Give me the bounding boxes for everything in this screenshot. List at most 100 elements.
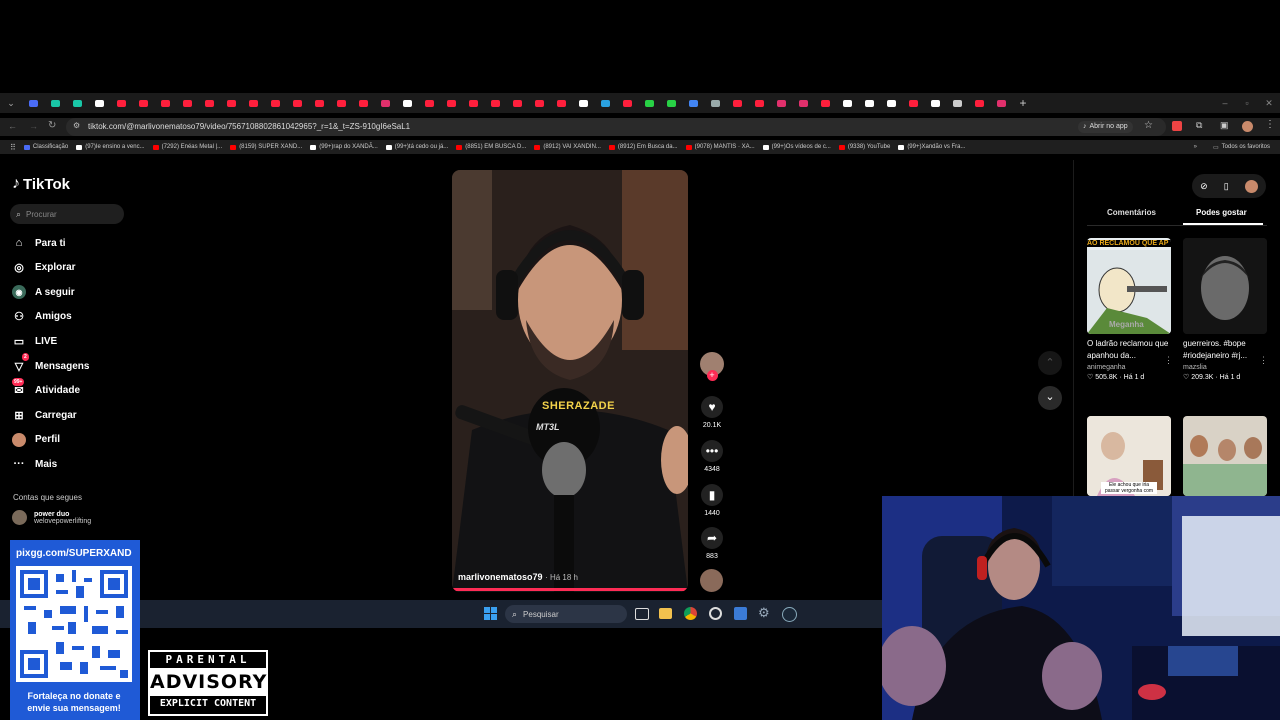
like-button[interactable]: ♥ 20.1K [700, 396, 724, 429]
bookmark-item[interactable]: (99+)Os vídeos de c... [762, 144, 831, 150]
browser-tab[interactable] [66, 93, 88, 113]
browser-tab[interactable] [484, 93, 506, 113]
bookmark-item[interactable]: (8851) EM BUSCA D... [456, 144, 526, 150]
browser-tab[interactable] [682, 93, 704, 113]
browser-tab[interactable] [308, 93, 330, 113]
browser-tab[interactable] [176, 93, 198, 113]
url-text[interactable]: tiktok.com/@marlivonematoso79/video/7567… [88, 122, 410, 131]
sidebar-item-profile[interactable]: ● Perfil [12, 432, 60, 447]
task-view-icon[interactable] [635, 608, 649, 620]
browser-tab[interactable] [792, 93, 814, 113]
bookmark-item[interactable]: (97)Ie ensino a venc... [76, 144, 145, 150]
bookmark-star-icon[interactable]: ☆ [1144, 120, 1153, 131]
previous-video-button[interactable]: ⌃ [1038, 351, 1062, 375]
browser-tab[interactable] [924, 93, 946, 113]
browser-tab[interactable] [110, 93, 132, 113]
search-input[interactable]: ⌕ Procurar [10, 204, 124, 224]
browser-tab[interactable] [704, 93, 726, 113]
browser-tab[interactable] [462, 93, 484, 113]
browser-tab[interactable] [726, 93, 748, 113]
sidebar-item-live[interactable]: ▭ LIVE [12, 334, 57, 348]
browser-tab[interactable] [594, 93, 616, 113]
comment-button[interactable]: ••• 4348 [700, 440, 724, 473]
browser-tab[interactable] [770, 93, 792, 113]
close-window-icon[interactable]: ✕ [1258, 93, 1280, 113]
browser-tab[interactable] [132, 93, 154, 113]
browser-tab[interactable] [968, 93, 990, 113]
steam-icon[interactable] [782, 607, 797, 622]
browser-tab[interactable] [902, 93, 924, 113]
bookmark-item[interactable]: (9338) YouTube [838, 144, 890, 150]
follow-plus-icon[interactable]: + [706, 370, 718, 381]
bookmark-item[interactable]: Classificação [23, 144, 68, 150]
sidebar-item-following[interactable]: ◉ A seguir [12, 285, 75, 300]
bookmark-item[interactable]: (8912) Em Busca da... [608, 144, 678, 150]
windows-start-icon[interactable] [484, 607, 497, 620]
creator-avatar-button[interactable]: + [700, 352, 724, 381]
card-author[interactable]: animeganha [1087, 364, 1171, 371]
bookmark-item[interactable]: (9078) MANTIS · XA... [685, 144, 755, 150]
user-avatar-icon[interactable] [1244, 179, 1258, 193]
tiktok-logo[interactable]: ♪ TikTok [12, 175, 70, 193]
browser-menu-icon[interactable]: ⋮ [1265, 119, 1275, 130]
forward-icon[interactable]: → [29, 121, 38, 131]
compass-small-icon[interactable]: ⊘ [1200, 181, 1208, 192]
settings-gear-icon[interactable]: ⚙ [758, 605, 770, 621]
tab-you-may-like[interactable]: Podes gostar [1196, 208, 1247, 217]
browser-tab[interactable] [330, 93, 352, 113]
file-explorer-icon[interactable] [659, 608, 672, 619]
browser-tab[interactable] [264, 93, 286, 113]
back-icon[interactable]: ← [8, 121, 17, 131]
minimize-icon[interactable]: – [1214, 93, 1236, 113]
suggested-video-card[interactable]: guerreiros. #bope #riodejaneiro #rj... m… [1183, 238, 1267, 381]
browser-tab[interactable] [572, 93, 594, 113]
profile-avatar-icon[interactable] [1242, 121, 1253, 132]
reload-icon[interactable]: ↻ [48, 120, 56, 131]
browser-tab[interactable] [88, 93, 110, 113]
sidebar-item-upload[interactable]: ⊞ Carregar [12, 408, 76, 422]
bookmark-item[interactable]: (7292) Enéas Metal |... [152, 144, 222, 150]
taskbar-app-icon-2[interactable] [734, 607, 747, 620]
browser-tab[interactable] [748, 93, 770, 113]
browser-tab[interactable] [638, 93, 660, 113]
video-progress-bar[interactable] [452, 588, 688, 591]
sound-avatar[interactable] [700, 569, 723, 592]
taskbar-app-icon[interactable] [709, 607, 722, 620]
browser-tab[interactable] [418, 93, 440, 113]
browser-tab[interactable] [242, 93, 264, 113]
browser-tab[interactable] [858, 93, 880, 113]
next-video-button[interactable]: ⌄ [1038, 386, 1062, 410]
browser-tab[interactable] [396, 93, 418, 113]
bookmark-item[interactable]: (99+)Xandão vs Fra... [898, 144, 966, 150]
tab-list-chevron-icon[interactable]: ⌄ [0, 93, 22, 113]
tab-comments[interactable]: Comentários [1107, 208, 1156, 217]
extensions-puzzle-icon[interactable]: ▣ [1220, 120, 1229, 131]
video-author[interactable]: marlivonematoso79 · Há 18 h [458, 572, 578, 582]
suggested-video-card[interactable] [1183, 416, 1267, 496]
browser-tab[interactable] [22, 93, 44, 113]
browser-tab[interactable] [616, 93, 638, 113]
browser-tab[interactable] [374, 93, 396, 113]
following-item[interactable]: power duo welovepowerlifting [12, 510, 91, 525]
chrome-icon[interactable] [684, 607, 697, 620]
card-more-icon[interactable]: ⋮ [1164, 355, 1173, 366]
bookmark-item[interactable]: (8159) SUPER XAND... [230, 144, 302, 150]
sidebar-item-friends[interactable]: ⚇ Amigos [12, 310, 72, 324]
open-app-button[interactable]: ♪ Abrir no app [1078, 121, 1133, 133]
bookmarks-overflow-icon[interactable]: » [1194, 144, 1197, 150]
all-favorites-link[interactable]: Todos os favoritos [1222, 144, 1270, 150]
share-button[interactable]: ➦ 883 [700, 527, 724, 560]
browser-tab[interactable] [990, 93, 1012, 113]
bookmark-item[interactable]: (99+)rap do XANDÃ... [310, 144, 378, 150]
browser-tab[interactable] [660, 93, 682, 113]
browser-tab[interactable] [154, 93, 176, 113]
bookmark-item[interactable]: (8912) VAI XANDIN... [534, 144, 601, 150]
browser-tab[interactable] [44, 93, 66, 113]
browser-tab[interactable] [836, 93, 858, 113]
sidebar-item-more[interactable]: ··· Mais [12, 457, 58, 471]
video-author-name[interactable]: marlivonematoso79 [458, 572, 543, 582]
device-icon[interactable]: ▯ [1224, 181, 1229, 192]
browser-tab[interactable] [198, 93, 220, 113]
maximize-icon[interactable]: ▫ [1236, 93, 1258, 113]
sidebar-item-home[interactable]: ⌂ Para ti [12, 236, 66, 250]
